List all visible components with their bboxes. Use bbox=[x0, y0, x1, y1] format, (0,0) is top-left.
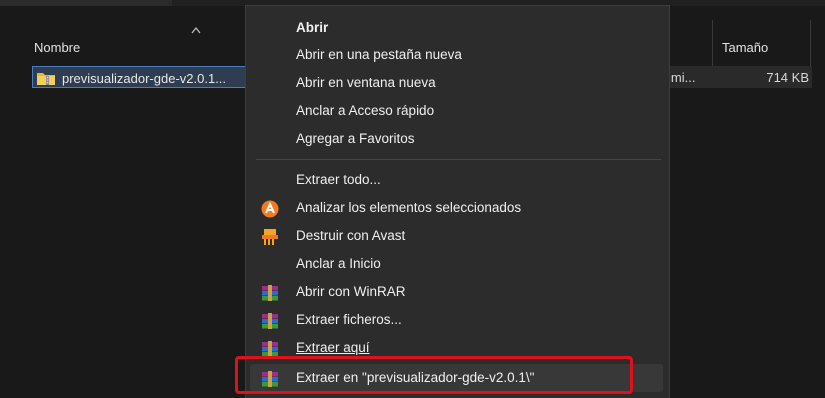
menu-item-open-new-window[interactable]: Abrir en ventana nueva bbox=[246, 69, 669, 97]
file-selection[interactable]: previsualizador-gde-v2.0.1... bbox=[32, 66, 252, 88]
column-header-size[interactable]: Tamaño bbox=[722, 40, 768, 55]
column-header-name[interactable]: Nombre bbox=[34, 40, 80, 55]
menu-separator bbox=[256, 159, 661, 160]
menu-item-open-new-tab[interactable]: Abrir en una pestaña nueva bbox=[246, 41, 669, 69]
menu-item-label: Extraer todo... bbox=[296, 172, 381, 187]
context-menu: Abrir Abrir en una pestaña nueva Abrir e… bbox=[245, 5, 670, 398]
menu-item-label: Abrir bbox=[296, 20, 329, 35]
menu-item-label: Abrir en ventana nueva bbox=[296, 75, 436, 90]
menu-item-open-winrar[interactable]: Abrir con WinRAR bbox=[246, 278, 669, 306]
menu-item-extract-files[interactable]: Extraer ficheros... bbox=[246, 306, 669, 334]
menu-item-extract-all[interactable]: Extraer todo... bbox=[246, 166, 669, 194]
column-divider[interactable] bbox=[810, 20, 811, 68]
column-divider[interactable] bbox=[712, 20, 713, 68]
menu-item-label: Abrir en una pestaña nueva bbox=[296, 47, 462, 62]
menu-item-label: Analizar los elementos seleccionados bbox=[296, 200, 522, 215]
file-name: previsualizador-gde-v2.0.1... bbox=[62, 71, 227, 86]
menu-item-add-favorites[interactable]: Agregar a Favoritos bbox=[246, 125, 669, 153]
avast-icon bbox=[261, 200, 279, 218]
menu-item-open[interactable]: Abrir bbox=[246, 14, 669, 42]
sort-ascending-icon[interactable] bbox=[191, 26, 201, 34]
menu-item-avast-shred[interactable]: Destruir con Avast bbox=[246, 222, 669, 250]
menu-item-pin-quick-access[interactable]: Anclar a Acceso rápido bbox=[246, 97, 669, 125]
file-size: 714 KB bbox=[766, 70, 809, 85]
file-type: imi... bbox=[668, 70, 696, 85]
winrar-icon bbox=[262, 285, 278, 301]
menu-item-avast-scan[interactable]: Analizar los elementos seleccionados bbox=[246, 194, 669, 222]
menu-item-label: Extraer ficheros... bbox=[296, 312, 402, 327]
menu-item-pin-start[interactable]: Anclar a Inicio bbox=[246, 250, 669, 278]
highlight-box bbox=[235, 356, 633, 394]
zip-folder-icon bbox=[37, 73, 55, 85]
menu-item-label: Destruir con Avast bbox=[296, 228, 406, 243]
menu-item-label: Extraer aquí bbox=[296, 340, 370, 355]
menu-item-label: Anclar a Inicio bbox=[296, 256, 381, 271]
menu-item-label: Anclar a Acceso rápido bbox=[296, 103, 435, 118]
shredder-icon bbox=[262, 229, 278, 245]
winrar-icon bbox=[262, 313, 278, 329]
menu-item-label: Abrir con WinRAR bbox=[296, 284, 406, 299]
menu-item-label: Agregar a Favoritos bbox=[296, 131, 415, 146]
